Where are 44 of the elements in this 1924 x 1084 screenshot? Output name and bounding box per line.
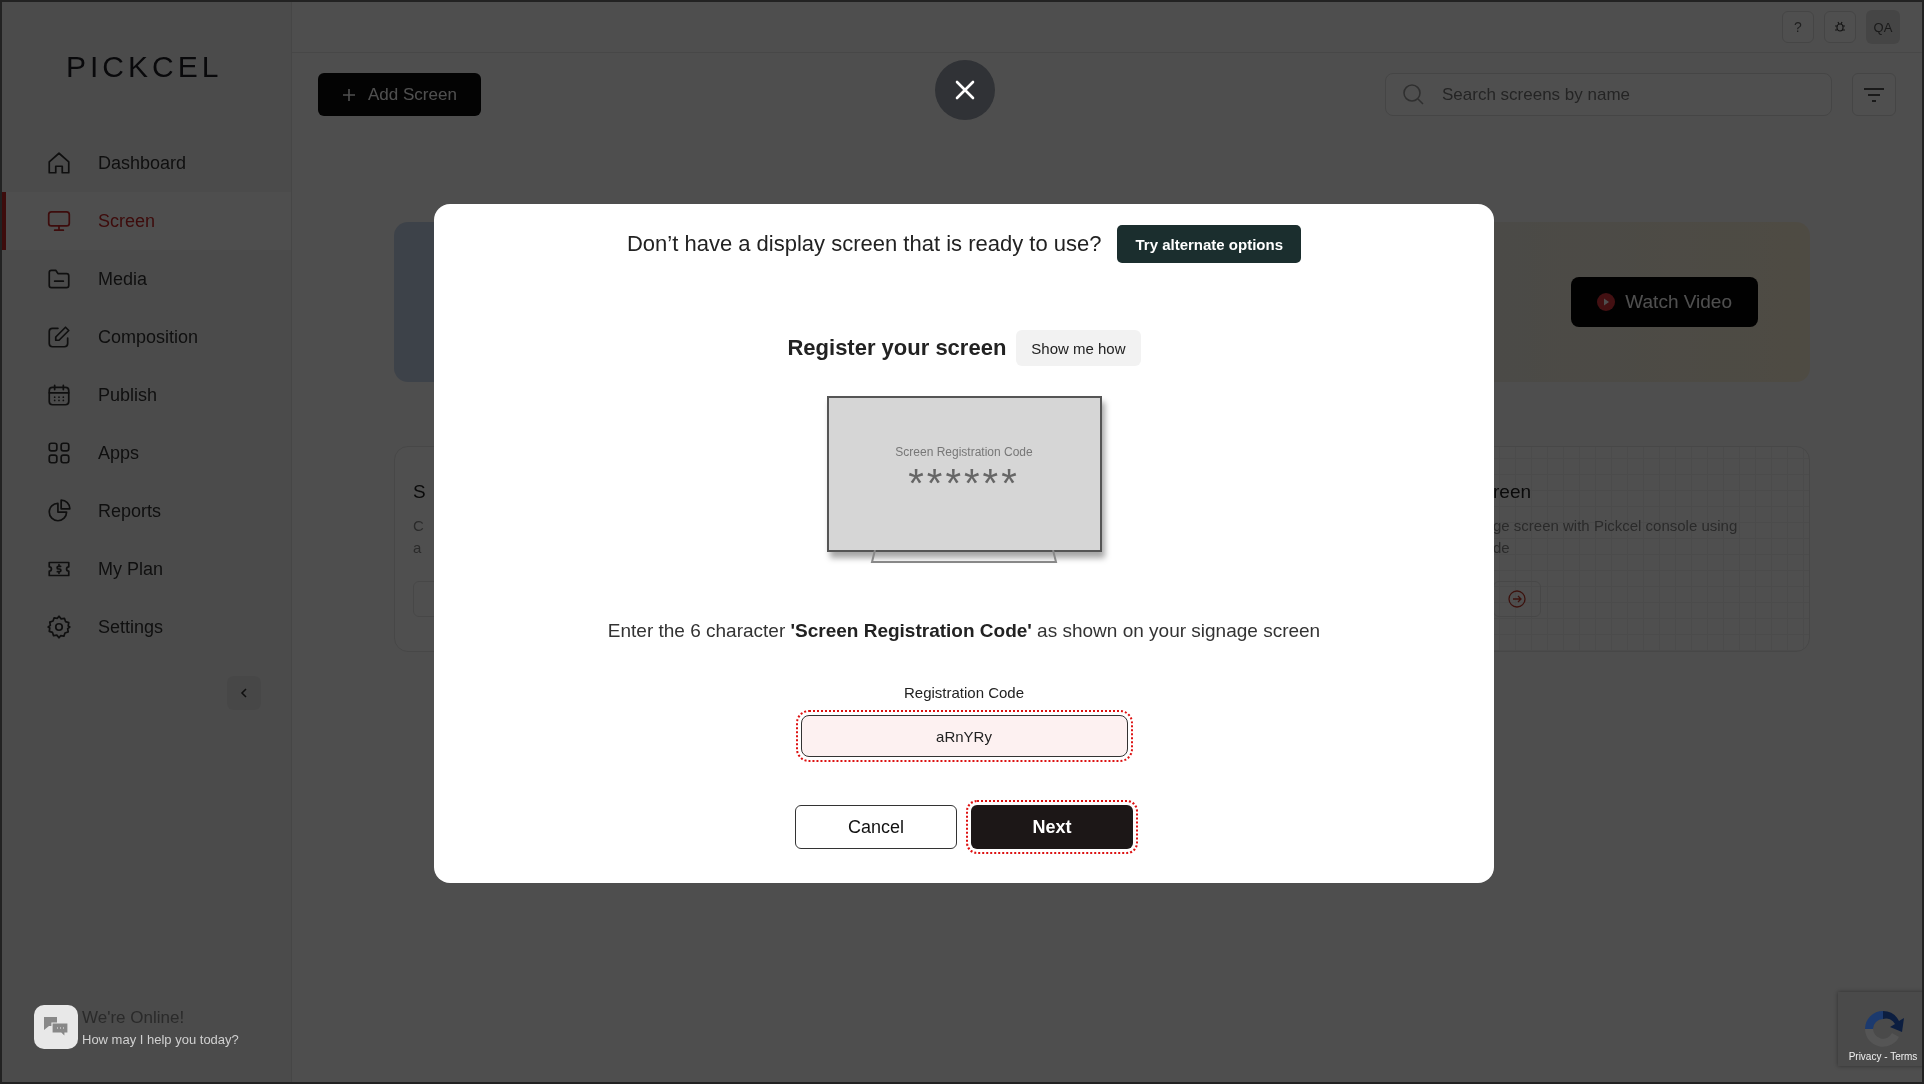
- show-me-how-button[interactable]: Show me how: [1016, 330, 1141, 366]
- arrow-right-icon: [1508, 590, 1526, 608]
- calendar-icon: [46, 382, 72, 408]
- try-alternate-options-button[interactable]: Try alternate options: [1117, 225, 1301, 263]
- sidebar-item[interactable]: Apps: [2, 424, 291, 482]
- play-icon: [1597, 293, 1616, 311]
- close-button[interactable]: [935, 60, 995, 120]
- field-label: Registration Code: [903, 684, 1025, 701]
- sidebar-item[interactable]: Composition: [2, 308, 291, 366]
- search-icon: [1401, 82, 1425, 106]
- prompt-text: Don’t have a display screen that is ready to use?: [626, 231, 1102, 257]
- settings-icon: [46, 614, 72, 640]
- logo: PICKCEL: [66, 50, 224, 84]
- watch-video-button[interactable]: Watch Video: [1571, 277, 1758, 327]
- card-title: S: [413, 481, 426, 503]
- filter-icon: [1863, 86, 1885, 103]
- privacy-terms-links[interactable]: Privacy - Terms: [1848, 1051, 1918, 1062]
- add-screen-button[interactable]: Add Screen: [318, 73, 481, 116]
- close-icon: [954, 79, 976, 101]
- sidebar-item[interactable]: Publish: [2, 366, 291, 424]
- instruction-text: Enter the 6 character 'Screen Registration Code' as shown on your signage screen: [607, 620, 1321, 642]
- chevron-left-icon: [238, 687, 250, 699]
- dialog-heading: Register your screen: [787, 335, 1007, 361]
- chat-button[interactable]: [34, 1005, 78, 1049]
- chat-subtitle: How may I help you today?: [82, 1031, 239, 1047]
- sidebar-item[interactable]: Dashboard: [2, 134, 291, 192]
- cancel-button[interactable]: Cancel: [795, 805, 957, 849]
- pie-chart-icon: [46, 498, 72, 524]
- edit-icon: [46, 324, 72, 350]
- sidebar-item[interactable]: Settings: [2, 598, 291, 656]
- plus-icon: [342, 87, 356, 102]
- monitor-icon: [46, 208, 72, 234]
- sidebar-item[interactable]: Media: [2, 250, 291, 308]
- grid-icon: [46, 440, 72, 466]
- masked-code: ******: [908, 463, 1020, 503]
- chat-bubbles-icon: [43, 1016, 69, 1038]
- help-button[interactable]: ?: [1782, 11, 1814, 43]
- sidebar-item[interactable]: Reports: [2, 482, 291, 540]
- bug-icon: [1833, 20, 1847, 34]
- home-icon: [46, 150, 72, 176]
- card-title: reen: [1493, 481, 1532, 503]
- folder-icon: [46, 266, 72, 292]
- tv-caption: Screen Registration Code: [895, 445, 1033, 459]
- sidebar-item[interactable]: My Plan: [2, 540, 291, 598]
